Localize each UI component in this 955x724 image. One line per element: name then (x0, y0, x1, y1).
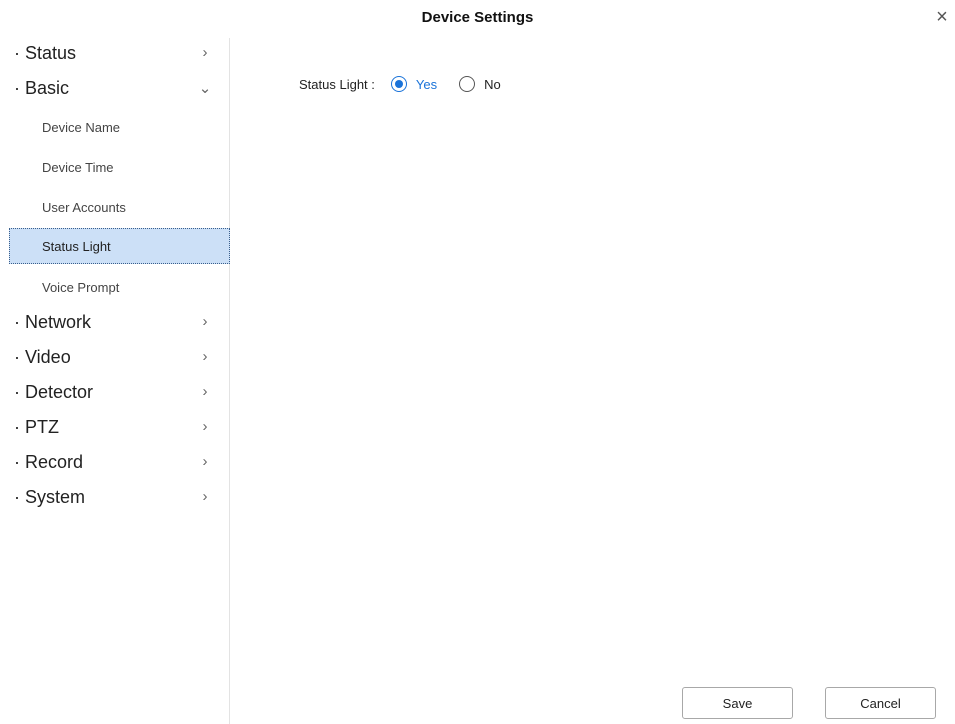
sidebar-item-label: Device Name (42, 120, 121, 135)
sidebar-item-status-light[interactable]: Status Light (9, 228, 230, 264)
sidebar-item-label: Status Light (42, 239, 111, 254)
sidebar-category-label: · Video (14, 347, 71, 367)
chevron-right-icon: › (202, 453, 208, 470)
sidebar-category-network[interactable]: · Network › (0, 307, 230, 341)
sidebar-item-label: Voice Prompt (42, 280, 120, 295)
sidebar-item-voice-prompt[interactable]: Voice Prompt (9, 269, 230, 305)
radio-checked-icon (390, 76, 407, 92)
sidebar-category-detector[interactable]: · Detector › (0, 377, 230, 411)
status-light-row: Status Light : Yes No (299, 73, 523, 95)
chevron-down-icon: ⌄ (198, 80, 212, 97)
sidebar-category-basic[interactable]: · Basic ⌄ (0, 73, 230, 107)
sidebar-category-label: · System (14, 487, 86, 507)
sidebar-category-label: · PTZ (14, 417, 59, 437)
sidebar-item-device-time[interactable]: Device Time (9, 149, 230, 185)
sidebar-category-label: · Detector (14, 382, 94, 402)
chevron-right-icon: › (202, 348, 208, 365)
radio-label: No (484, 76, 501, 92)
sidebar-category-label: · Basic (14, 78, 70, 98)
status-light-label: Status Light : (299, 76, 375, 92)
chevron-right-icon: › (202, 44, 208, 61)
sidebar-item-label: Device Time (42, 160, 114, 175)
window-title: Device Settings (421, 9, 534, 26)
chevron-right-icon: › (202, 418, 208, 435)
chevron-right-icon: › (202, 313, 208, 330)
sidebar-category-video[interactable]: · Video › (0, 342, 230, 376)
radio-unchecked-icon (459, 76, 476, 92)
settings-panel: Status Light : Yes No Save Cancel (231, 38, 955, 724)
sidebar-item-device-name[interactable]: Device Name (9, 109, 230, 145)
sidebar-category-label: · Status (14, 43, 77, 63)
sidebar-category-label: · Network (14, 312, 92, 332)
sidebar-category-ptz[interactable]: · PTZ › (0, 412, 230, 446)
chevron-right-icon: › (202, 383, 208, 400)
cancel-button[interactable]: Cancel (825, 687, 936, 719)
title-bar: Device Settings × (0, 0, 955, 38)
sidebar-item-user-accounts[interactable]: User Accounts (9, 189, 230, 225)
status-light-yes-radio[interactable]: Yes (390, 76, 438, 92)
status-light-no-radio[interactable]: No (459, 76, 501, 92)
sidebar-category-record[interactable]: · Record › (0, 447, 230, 481)
radio-label: Yes (415, 76, 438, 92)
save-button[interactable]: Save (682, 687, 793, 719)
chevron-right-icon: › (202, 488, 208, 505)
sidebar-category-system[interactable]: · System › (0, 482, 230, 516)
sidebar-item-label: User Accounts (42, 200, 126, 215)
sidebar-category-label: · Record (14, 452, 84, 472)
close-icon[interactable]: × (933, 6, 951, 28)
sidebar-category-status[interactable]: · Status › (0, 38, 230, 72)
sidebar: · Status › · Basic ⌄ Device Name Device … (0, 38, 230, 724)
